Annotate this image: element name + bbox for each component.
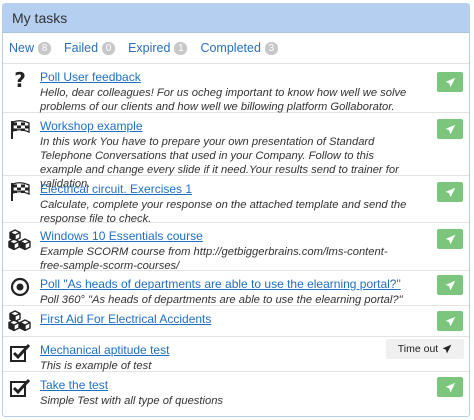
timeout-label: Time out xyxy=(397,343,439,355)
checkbox-icon xyxy=(7,341,33,365)
task-list: ? Poll User feedback Hello, dear colleag… xyxy=(3,64,469,408)
tab-count-badge: 8 xyxy=(38,41,52,55)
paper-plane-icon xyxy=(445,124,455,134)
task-row: Windows 10 Essentials course Example SCO… xyxy=(3,223,469,272)
bullseye-icon xyxy=(7,275,33,299)
paper-plane-icon xyxy=(445,234,455,244)
start-task-button[interactable] xyxy=(437,182,463,202)
paper-plane-icon xyxy=(445,187,455,197)
task-description: Hello, dear colleagues! For us ocheg imp… xyxy=(40,87,407,113)
task-title-link[interactable]: Workshop example xyxy=(40,119,143,133)
checkbox-icon xyxy=(7,376,33,400)
timeout-status: Time out xyxy=(386,339,464,359)
task-title-link[interactable]: Poll "As heads of departments are able t… xyxy=(40,277,401,291)
paper-plane-icon xyxy=(445,316,455,326)
task-title-link[interactable]: Poll User feedback xyxy=(40,70,141,84)
tab-failed[interactable]: Failed 0 xyxy=(64,41,116,55)
start-task-button[interactable] xyxy=(437,377,463,397)
task-title-link[interactable]: First Aid For Electrical Accidents xyxy=(40,312,211,326)
tab-completed[interactable]: Completed 3 xyxy=(200,41,278,55)
panel-header: My tasks xyxy=(3,4,469,33)
tab-count-badge: 3 xyxy=(264,41,278,55)
task-title-link[interactable]: Electrical circuit. Exercises 1 xyxy=(40,182,192,196)
cubes-icon xyxy=(7,228,33,252)
task-row: Poll "As heads of departments are able t… xyxy=(3,271,469,306)
paper-plane-icon xyxy=(442,344,452,354)
checkered-flag-icon xyxy=(7,118,33,142)
task-row: Electrical circuit. Exercises 1 Calculat… xyxy=(3,176,469,225)
start-task-button[interactable] xyxy=(437,72,463,92)
tab-label: Expired xyxy=(128,41,171,55)
paper-plane-icon xyxy=(445,77,455,87)
start-task-button[interactable] xyxy=(437,119,463,139)
task-description: Calculate, complete your response on the… xyxy=(40,199,407,225)
tab-label: Failed xyxy=(64,41,99,55)
checkered-flag-icon xyxy=(7,180,33,204)
start-task-button[interactable] xyxy=(437,311,463,331)
paper-plane-icon xyxy=(445,382,455,392)
tab-expired[interactable]: Expired 1 xyxy=(128,41,188,55)
task-row: Mechanical aptitude test This is example… xyxy=(3,337,469,372)
tab-count-badge: 0 xyxy=(102,41,116,55)
task-description: Simple Test with all type of questions xyxy=(40,395,224,407)
task-description: Poll 360° "As heads of departments are a… xyxy=(40,294,403,306)
task-description: Example SCORM course from http://getbigg… xyxy=(40,246,388,272)
task-title-link[interactable]: Take the test xyxy=(40,378,108,392)
task-filter-tabs: New 8 Failed 0 Expired 1 Completed 3 xyxy=(3,33,469,64)
task-title-link[interactable]: Windows 10 Essentials course xyxy=(40,229,203,243)
tab-label: New xyxy=(9,41,35,55)
cubes-icon xyxy=(7,309,33,333)
tab-new[interactable]: New 8 xyxy=(9,41,52,55)
panel-title: My tasks xyxy=(12,10,68,26)
start-task-button[interactable] xyxy=(437,229,463,249)
task-row: ? Poll User feedback Hello, dear colleag… xyxy=(3,64,469,113)
question-icon: ? xyxy=(14,68,26,92)
my-tasks-panel: My tasks New 8 Failed 0 Expired 1 Comple… xyxy=(2,3,470,417)
tab-label: Completed xyxy=(200,41,261,55)
task-row: First Aid For Electrical Accidents xyxy=(3,306,469,337)
task-title-link[interactable]: Mechanical aptitude test xyxy=(40,343,169,357)
start-task-button[interactable] xyxy=(437,275,463,295)
task-row: Take the test Simple Test with all type … xyxy=(3,372,469,408)
paper-plane-icon xyxy=(445,280,455,290)
task-description: This is example of test xyxy=(40,360,152,372)
tab-count-badge: 1 xyxy=(174,41,188,55)
task-row: Workshop example In this work You have t… xyxy=(3,113,469,190)
